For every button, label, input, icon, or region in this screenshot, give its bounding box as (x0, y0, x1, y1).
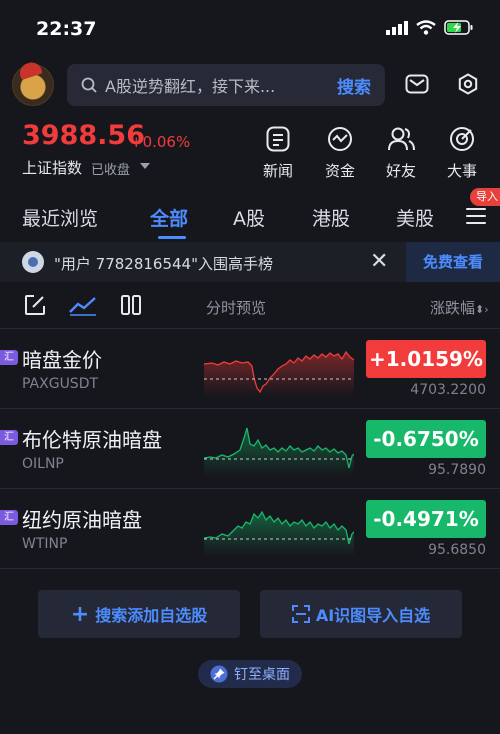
quick-action-events[interactable]: 大事 (432, 124, 492, 181)
ranking-banner[interactable]: "用户 7782816544"入围高手榜 ✕ 免费查看 (0, 242, 500, 282)
quick-action-news[interactable]: 新闻 (248, 124, 308, 181)
instrument-price: 95.6850 (428, 542, 486, 558)
menu-icon[interactable] (466, 208, 486, 229)
instrument-name: 纽约原油暗盘 (22, 508, 142, 532)
fx-tag: 汇 (0, 350, 18, 365)
list-item[interactable]: 汇 布伦特原油暗盘 OILNP -0.6750% 95.7890 (0, 418, 500, 498)
close-icon[interactable]: ✕ (370, 249, 388, 274)
tab-recent[interactable]: 最近浏览 (22, 204, 98, 231)
index-change: +0.06% (130, 133, 191, 151)
search-button[interactable]: 搜索 (337, 73, 371, 98)
search-placeholder: A股逆势翻红，接下来... (105, 77, 276, 96)
instrument-price: 95.7890 (428, 462, 486, 478)
instrument-code: PAXGUSDT (22, 376, 99, 392)
list-item[interactable]: 汇 纽约原油暗盘 WTINP -0.4971% 95.6850 (0, 498, 500, 578)
mail-icon[interactable] (401, 68, 433, 100)
pin-icon (210, 665, 228, 683)
instrument-name: 暗盘金价 (22, 348, 102, 372)
events-icon (450, 127, 474, 151)
tab-hk-stocks[interactable]: 港股 (312, 204, 350, 231)
settings-icon[interactable] (452, 68, 484, 100)
index-status: 已收盘 (91, 163, 131, 178)
signal-icon (386, 20, 408, 35)
intraday-sparkline (204, 510, 354, 556)
search-bar[interactable]: A股逆势翻红，接下来... 搜索 (67, 64, 385, 106)
sort-by-change-button[interactable]: 涨跌幅⬍› (430, 297, 489, 318)
import-badge[interactable]: 导入 (470, 188, 500, 206)
battery-charging-icon (444, 20, 473, 35)
divider (0, 488, 500, 489)
sort-label: 涨跌幅 (430, 299, 476, 317)
quick-action-label: 好友 (385, 162, 416, 180)
quick-action-fund[interactable]: 资金 (310, 124, 370, 181)
chevron-down-icon[interactable] (140, 163, 150, 169)
plus-icon: + (70, 601, 90, 627)
free-view-button[interactable]: 免费查看 (406, 242, 500, 282)
instrument-name: 布伦特原油暗盘 (22, 428, 162, 452)
change-badge: -0.4971% (366, 500, 486, 538)
avatar[interactable] (12, 59, 54, 106)
fund-icon (328, 127, 352, 151)
quick-action-label: 资金 (324, 162, 355, 180)
index-value[interactable]: 3988.56 (22, 120, 145, 151)
chart-preview-label: 分时预览 (206, 299, 267, 317)
intraday-sparkline (204, 350, 354, 396)
ai-import-button[interactable]: AI识图导入自选 (260, 590, 462, 638)
wifi-icon (416, 20, 436, 35)
news-icon (266, 126, 290, 152)
instrument-code: OILNP (22, 456, 64, 472)
index-name[interactable]: 上证指数 (22, 157, 82, 178)
scan-icon (291, 605, 310, 623)
divider (0, 568, 500, 569)
list-item[interactable]: 汇 暗盘金价 PAXGUSDT +1.0159% 4703.2200 (0, 338, 500, 418)
friends-icon (388, 127, 415, 151)
column-view-icon[interactable] (120, 294, 142, 316)
divider (0, 408, 500, 409)
pin-label: 钉至桌面 (234, 667, 290, 683)
divider (0, 328, 500, 329)
edit-icon[interactable] (24, 294, 46, 316)
sort-icon: ⬍› (475, 303, 489, 316)
change-badge: +1.0159% (366, 340, 486, 378)
banner-text: "用户 7782816544"入围高手榜 (54, 255, 274, 273)
quick-action-label: 新闻 (262, 162, 293, 180)
instrument-price: 4703.2200 (410, 382, 486, 398)
tab-a-shares[interactable]: A股 (233, 204, 265, 231)
pin-to-desktop-button[interactable]: 钉至桌面 (198, 660, 302, 688)
tab-all[interactable]: 全部 (150, 204, 188, 231)
tab-us-stocks[interactable]: 美股 (396, 204, 434, 231)
fx-tag: 汇 (0, 510, 18, 525)
add-watchlist-label: 搜索添加自选股 (95, 606, 208, 625)
active-tab-indicator (158, 236, 186, 239)
status-icons (386, 20, 474, 35)
intraday-sparkline (204, 427, 354, 476)
search-icon (81, 77, 97, 93)
quick-action-friends[interactable]: 好友 (371, 124, 431, 181)
fx-tag: 汇 (0, 430, 18, 445)
banner-icon (22, 251, 44, 273)
instrument-code: WTINP (22, 536, 68, 552)
quick-action-label: 大事 (446, 162, 477, 180)
change-badge: -0.6750% (366, 420, 486, 458)
trend-chart-icon[interactable] (68, 294, 98, 316)
add-watchlist-button[interactable]: + 搜索添加自选股 (38, 590, 240, 638)
status-time: 22:37 (36, 18, 97, 40)
ai-import-label: AI识图导入自选 (315, 606, 431, 625)
